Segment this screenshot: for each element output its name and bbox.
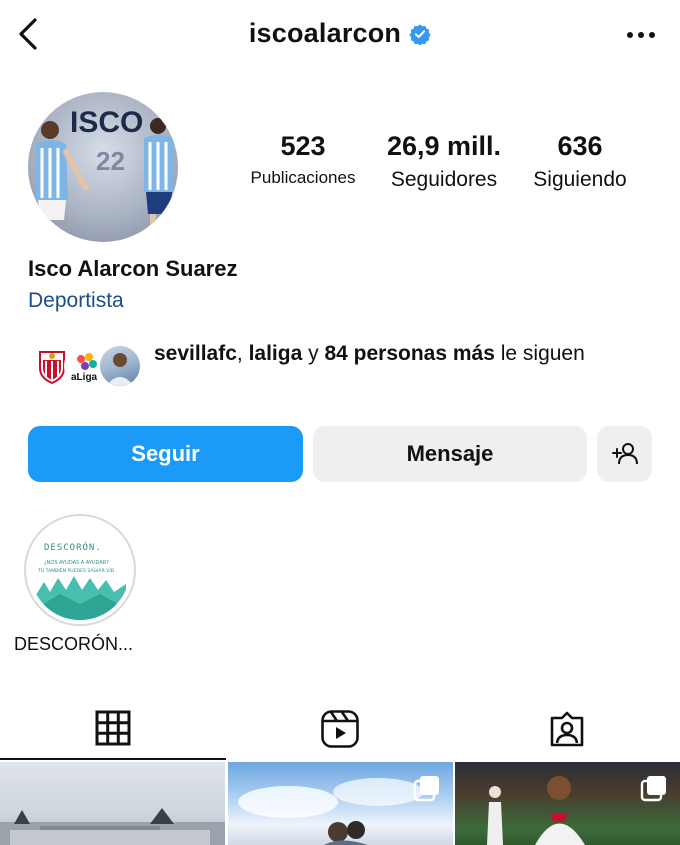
following-count-value: 636 (557, 131, 603, 161)
followers-count-value: 26,9 mill. (386, 131, 502, 161)
tab-tagged[interactable] (454, 698, 680, 760)
carousel-icon (640, 776, 666, 802)
followed-by-account-laliga[interactable]: laliga (249, 342, 303, 365)
followed-by-account-sevillafc[interactable]: sevillafc (154, 342, 237, 365)
followers-count-label: Seguidores (390, 167, 498, 191)
followers-count[interactable]: 26,9 mill. Seguidores (376, 131, 512, 192)
posts-count[interactable]: 523 Publicaciones (236, 131, 370, 188)
highlight-cover-line1: ¿NOS AYUDAS A AYUDAR? (44, 560, 109, 566)
carousel-icon (413, 776, 439, 802)
followed-by-conjunction: y (302, 342, 325, 365)
svg-text:aLiga: aLiga (71, 372, 98, 383)
tab-reels[interactable] (227, 698, 453, 760)
top-bar: iscoalarcon (0, 0, 680, 70)
avatar-number: 22 (96, 146, 125, 176)
add-user-icon (611, 443, 638, 465)
full-name: Isco Alarcon Suarez (28, 256, 238, 281)
post-thumbnail[interactable] (228, 762, 453, 845)
highlight-cover: DESCORÓN. ¿NOS AYUDAS A AYUDAR? TÚ TAMBI… (30, 520, 130, 620)
profile-header-title: iscoalarcon (0, 18, 680, 49)
profile-avatar[interactable]: ISCO 22 (28, 92, 178, 242)
followed-by-text: sevillafc, laliga y 84 personas más le s… (154, 338, 624, 369)
followed-by-separator: , (236, 342, 249, 365)
posts-count-label: Publicaciones (250, 167, 356, 187)
avatar-image: ISCO 22 (36, 106, 174, 234)
post-thumbnail[interactable] (455, 762, 680, 845)
highlight-cover-title: DESCORÓN. (44, 541, 102, 553)
follow-button[interactable]: Seguir (28, 426, 303, 482)
followed-by-others[interactable]: 84 personas más (324, 342, 494, 365)
posts-grid (0, 762, 680, 845)
reels-icon (321, 710, 359, 748)
posts-count-value: 523 (280, 131, 326, 161)
highlight-label: DESCORÓN... (14, 634, 134, 654)
grid-icon (95, 710, 131, 746)
highlight-cover-line2: TÚ TAMBIÉN PUEDES SALVAR VID (37, 566, 115, 574)
story-highlight[interactable]: DESCORÓN. ¿NOS AYUDAS A AYUDAR? TÚ TAMBI… (24, 514, 136, 626)
more-horizontal-icon (627, 32, 655, 38)
follower-avatar (98, 344, 142, 388)
message-button[interactable]: Mensaje (313, 426, 587, 482)
followed-by[interactable]: aLiga sevillafc, laliga y 84 personas má… (30, 338, 650, 398)
username: iscoalarcon (248, 18, 402, 48)
tab-posts-grid[interactable] (0, 698, 226, 760)
tagged-icon (550, 711, 584, 747)
more-options-button[interactable] (624, 22, 658, 48)
verified-badge-icon (409, 23, 431, 45)
following-count-label: Siguiendo (533, 167, 627, 191)
profile-tabs (0, 698, 680, 760)
post-thumbnail[interactable] (0, 762, 225, 845)
profile-stats: 523 Publicaciones 26,9 mill. Seguidores … (236, 131, 656, 202)
suggest-users-button[interactable] (597, 426, 652, 482)
followed-by-tail: le siguen (494, 342, 585, 365)
following-count[interactable]: 636 Siguiendo (518, 131, 642, 192)
profile-category: Deportista (28, 289, 124, 312)
avatar-text: ISCO (70, 106, 143, 139)
